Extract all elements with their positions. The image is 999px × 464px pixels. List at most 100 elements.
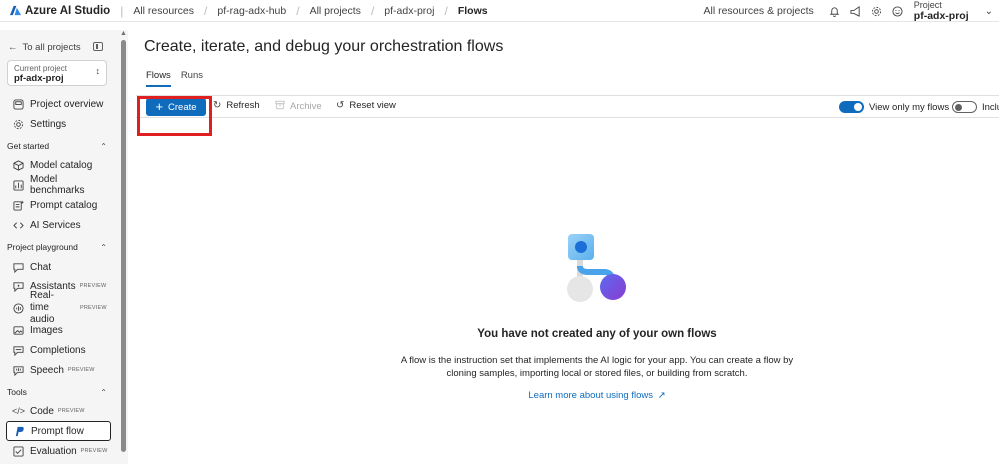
sidebar-item-label: Evaluation: [30, 445, 77, 457]
back-to-projects-link[interactable]: ← To all projects: [8, 42, 104, 53]
top-bar: Azure AI Studio | All resources / pf-rag…: [0, 0, 999, 22]
flow-illustration-icon: [567, 234, 626, 302]
sidebar-item-completions[interactable]: Completions: [6, 341, 111, 359]
prompt-catalog-icon: [13, 200, 24, 211]
chevron-up-icon: ⌃: [100, 387, 107, 397]
breadcrumb-separator: /: [204, 3, 208, 18]
main-content: Create, iterate, and debug your orchestr…: [130, 22, 999, 464]
sidebar-item-code[interactable]: </> Code PREVIEW: [6, 402, 111, 420]
tab-runs[interactable]: Runs: [181, 70, 203, 87]
include-archived-toggle[interactable]: Inclu: [952, 101, 999, 113]
speech-icon: [13, 365, 24, 376]
preview-badge: PREVIEW: [79, 283, 107, 289]
preview-badge: PREVIEW: [80, 305, 107, 311]
reset-view-button[interactable]: ↺ Reset view: [336, 100, 396, 111]
toggle-switch-on[interactable]: [839, 101, 864, 113]
assistant-icon: [13, 281, 24, 292]
empty-state-description-line: cloning samples, importing local or stor…: [446, 368, 748, 379]
sidebar-item-ai-services[interactable]: AI Services: [6, 216, 111, 234]
chevron-updown-icon: ↕: [95, 66, 101, 76]
section-project-playground[interactable]: Project playground ⌃: [7, 242, 107, 252]
breadcrumb-all-resources[interactable]: All resources: [133, 5, 194, 17]
bell-icon[interactable]: [829, 6, 840, 17]
current-project-label: Current project: [14, 64, 67, 73]
sidebar-item-label: Speech: [30, 364, 64, 376]
sidebar-item-settings[interactable]: Settings: [6, 115, 111, 133]
section-label: Get started: [7, 141, 50, 151]
sidebar-item-label: Project overview: [30, 98, 104, 110]
current-project-selector[interactable]: Current project pf-adx-proj ↕: [7, 60, 107, 86]
archive-label: Archive: [290, 101, 322, 112]
top-right-actions: All resources & projects Project pf-adx-…: [703, 0, 999, 22]
gear-icon[interactable]: [871, 6, 882, 17]
section-get-started[interactable]: Get started ⌃: [7, 141, 107, 151]
refresh-label: Refresh: [226, 100, 260, 111]
toggle-label: Inclu: [982, 101, 999, 113]
refresh-button[interactable]: ↻ Refresh: [213, 100, 260, 111]
sidebar-item-label: Model benchmarks: [30, 174, 85, 196]
archive-button[interactable]: Archive: [275, 100, 322, 113]
sidebar-item-speech[interactable]: Speech PREVIEW: [6, 361, 111, 379]
learn-more-link[interactable]: Learn more about using flows ↗: [130, 390, 999, 401]
breadcrumb-separator: /: [444, 3, 448, 18]
tab-bar: Flows Runs: [146, 70, 213, 87]
sidebar-item-label: AI Services: [30, 219, 81, 231]
all-resources-link[interactable]: All resources & projects: [703, 5, 813, 17]
sidebar-item-label: Images: [30, 324, 63, 336]
smiley-icon[interactable]: [892, 5, 903, 17]
breadcrumb-hub[interactable]: pf-rag-adx-hub: [217, 5, 286, 17]
evaluation-icon: [13, 445, 24, 457]
sidebar-scrollbar[interactable]: [121, 40, 126, 452]
project-switcher[interactable]: Project pf-adx-proj ⌄: [914, 0, 999, 22]
back-label: To all projects: [22, 42, 81, 53]
overview-icon: [13, 98, 24, 110]
preview-badge: PREVIEW: [80, 448, 108, 454]
azure-logo-icon: [10, 5, 21, 16]
cube-icon: [13, 159, 24, 171]
toggle-switch-off[interactable]: [952, 101, 977, 113]
image-icon: [13, 325, 24, 336]
section-label: Tools: [7, 387, 27, 397]
sidebar-item-project-overview[interactable]: Project overview: [6, 95, 111, 113]
breadcrumb-project[interactable]: pf-adx-proj: [384, 5, 434, 17]
arrow-left-icon: ←: [8, 42, 18, 53]
sidebar-item-label: Prompt flow: [31, 425, 84, 437]
preview-badge: PREVIEW: [57, 408, 85, 414]
sidebar-item-images[interactable]: Images: [6, 321, 111, 339]
breadcrumb-separator: /: [296, 3, 300, 18]
sidebar-item-real-time-audio[interactable]: Real-time audio PREVIEW: [6, 290, 111, 325]
tab-flows[interactable]: Flows: [146, 70, 171, 87]
megaphone-icon[interactable]: [850, 5, 861, 17]
gear-icon: [13, 119, 24, 130]
sidebar-item-label: Model catalog: [30, 159, 93, 171]
project-switcher-label: Project: [913, 0, 942, 10]
chevron-up-icon: ⌃: [100, 242, 107, 252]
breadcrumb-separator: |: [120, 3, 124, 18]
brand[interactable]: Azure AI Studio: [0, 5, 110, 17]
external-link-icon: ↗: [657, 390, 666, 401]
audio-icon: [13, 302, 24, 314]
ai-services-icon: [13, 220, 24, 231]
sidebar-item-chat[interactable]: Chat: [6, 258, 111, 276]
sidebar-item-evaluation[interactable]: Evaluation PREVIEW: [6, 442, 111, 460]
reset-icon: ↺: [336, 100, 345, 111]
panel-toggle-icon[interactable]: [93, 42, 103, 51]
highlight-box: [137, 96, 212, 136]
prompt-flow-icon: [14, 426, 25, 437]
learn-more-label: Learn more about using flows: [528, 390, 654, 401]
brand-name: Azure AI Studio: [25, 4, 111, 17]
sidebar-item-model-benchmarks[interactable]: Model benchmarks: [6, 174, 111, 196]
preview-badge: PREVIEW: [67, 367, 95, 373]
toggle-label: View only my flows: [869, 101, 950, 113]
sidebar-item-prompt-flow[interactable]: Prompt flow: [6, 421, 111, 441]
breadcrumb-all-projects[interactable]: All projects: [310, 5, 361, 17]
scroll-up-icon[interactable]: ▲: [120, 30, 127, 37]
breadcrumb-separator: /: [370, 3, 375, 18]
section-tools[interactable]: Tools ⌃: [7, 387, 107, 397]
sidebar-item-model-catalog[interactable]: Model catalog: [6, 156, 111, 174]
code-icon: </>: [12, 406, 26, 416]
view-only-my-flows-toggle[interactable]: View only my flows: [839, 101, 949, 113]
archive-icon: [275, 100, 285, 113]
sidebar-item-label: Settings: [30, 118, 67, 130]
sidebar-item-prompt-catalog[interactable]: Prompt catalog: [6, 196, 111, 214]
